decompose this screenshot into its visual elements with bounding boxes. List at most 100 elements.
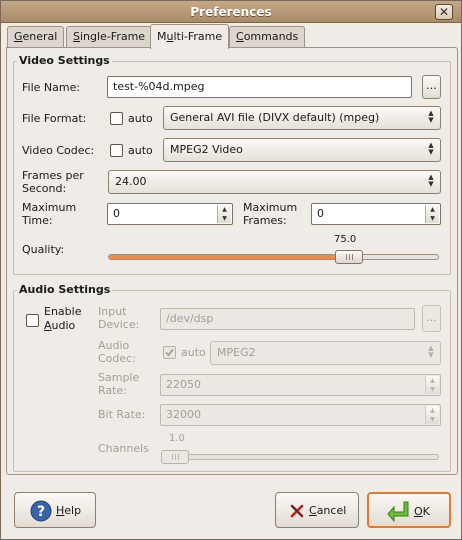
video-codec-auto-checkbox[interactable] [110,144,123,157]
ok-label: OK [414,505,430,518]
tab-multi-frame[interactable]: Multi-Frame [150,24,230,49]
cancel-label: Cancel [309,504,346,517]
quality-value: 75.0 [334,234,357,245]
grip-line [346,254,348,260]
sample-rate-value: 22050 [166,378,201,391]
tab-general[interactable]: General [7,26,65,48]
file-name-input[interactable]: test-%04d.mpeg [107,76,412,98]
combo-arrows-icon: ▲ ▼ [428,141,434,156]
cancel-mnemonic: C [309,504,317,517]
grip-line [349,254,351,260]
quality-slider-thumb[interactable] [335,250,364,264]
channels-slider-thumb[interactable] [161,450,189,464]
max-frames-value: 0 [317,207,324,220]
sample-rate-label-line2: Rate: [98,384,127,397]
ok-button[interactable]: OK [367,492,451,528]
tab-general-label: eneral [22,30,58,43]
file-format-auto-label: auto [128,112,153,125]
audio-codec-value: MPEG2 [217,346,256,359]
fps-label-line2: Second: [22,182,67,195]
combo-arrows-icon: ▲ ▼ [428,109,434,124]
max-frames-label-line2: Frames: [243,214,287,227]
tab-single-frame-label: ingle-Frame [79,30,146,43]
audio-settings-title: Audio Settings [17,283,113,296]
spinner-arrows-icon[interactable]: ▲ ▼ [425,406,439,424]
tab-commands-label: ommands [243,30,299,43]
help-label-rest: elp [64,504,82,517]
tab-single-frame-mnemonic: S [73,30,80,43]
audio-codec-label-line1: Audio [98,339,130,352]
tab-commands[interactable]: Commands [229,26,306,48]
fps-value: 24.00 [115,175,147,188]
window-title: Preferences [190,5,272,19]
close-icon: ✕ [438,5,450,19]
tab-general-mnemonic: G [14,30,23,43]
max-time-label-line1: Maximum [22,201,77,214]
quality-slider-fill [109,255,351,259]
sample-rate-spinner[interactable]: 22050 ▲ ▼ [160,374,441,396]
cancel-label-rest: ancel [316,504,347,517]
checkmark-icon [165,348,174,357]
input-device-browse-button[interactable]: ... [422,305,441,332]
video-codec-value: MPEG2 Video [170,143,243,156]
video-codec-label: Video Codec: [22,144,95,157]
grip-line [352,254,354,260]
grip-line [178,454,179,460]
title-bar[interactable]: Preferences ✕ [1,1,461,23]
help-icon: ? [30,500,52,522]
ok-label-rest: K [422,505,430,518]
input-device-label-line2: Device: [98,318,140,331]
bit-rate-label: Bit Rate: [98,408,146,421]
help-button[interactable]: ? Help [14,492,96,528]
bit-rate-value: 32000 [166,408,201,421]
file-format-auto-checkbox[interactable] [110,112,123,125]
channels-slider[interactable] [161,454,439,460]
tab-multi-frame-prefix: M [157,30,167,43]
spinner-arrows-icon[interactable]: ▲ ▼ [425,376,439,394]
enable-audio-checkbox[interactable] [26,314,39,327]
enable-audio-label-line1: Enable [44,305,82,318]
spinner-arrows-icon[interactable]: ▲ ▼ [425,205,439,223]
enable-audio-label-rest: udio [51,319,76,332]
audio-codec-select[interactable]: MPEG2 ▲ ▼ [210,341,441,365]
help-label: Help [56,504,81,517]
cancel-button[interactable]: Cancel [275,492,359,528]
file-format-label: File Format: [22,112,87,125]
file-name-browse-button[interactable]: ... [422,75,441,99]
channels-label: Channels [98,442,149,455]
fps-select[interactable]: 24.00 ▲ ▼ [108,170,441,194]
video-codec-select[interactable]: MPEG2 Video ▲ ▼ [163,138,441,162]
file-format-value: General AVI file (DIVX default) (mpeg) [170,111,380,124]
close-button[interactable]: ✕ [435,4,453,20]
audio-codec-label-line2: Codec: [98,352,136,365]
input-device-input[interactable]: /dev/dsp [160,308,415,330]
combo-arrows-icon: ▲ ▼ [428,344,434,359]
cancel-icon [290,504,304,518]
file-name-label: File Name: [22,81,81,94]
fps-label-line1: Frames per [22,169,84,182]
preferences-window: Preferences ✕ General Single-Frame Multi… [0,0,462,540]
video-codec-auto-label: auto [128,144,153,157]
max-time-value: 0 [113,207,120,220]
ok-mnemonic: O [414,505,423,518]
grip-line [172,454,173,460]
max-frames-spinner[interactable]: 0 ▲ ▼ [311,203,441,225]
audio-codec-auto-checkbox[interactable] [163,346,176,359]
spinner-arrows-icon[interactable]: ▲ ▼ [217,205,231,223]
bit-rate-spinner[interactable]: 32000 ▲ ▼ [160,404,441,426]
tab-single-frame[interactable]: Single-Frame [66,26,153,48]
grip-line [175,454,176,460]
max-frames-label-line1: Maximum [243,201,298,214]
video-settings-title: Video Settings [17,54,112,67]
svg-text:?: ? [37,504,45,520]
quality-slider[interactable] [108,254,439,260]
max-time-spinner[interactable]: 0 ▲ ▼ [107,203,233,225]
input-device-label-line1: Input [98,305,127,318]
tab-commands-mnemonic: C [236,30,244,43]
sample-rate-label-line1: Sample [98,371,140,384]
tab-multi-frame-label: lti-Frame [173,30,223,43]
file-format-select[interactable]: General AVI file (DIVX default) (mpeg) ▲… [163,106,441,130]
max-time-label-line2: Time: [22,214,53,227]
channels-value: 1.0 [169,433,185,444]
quality-label: Quality: [22,243,65,256]
